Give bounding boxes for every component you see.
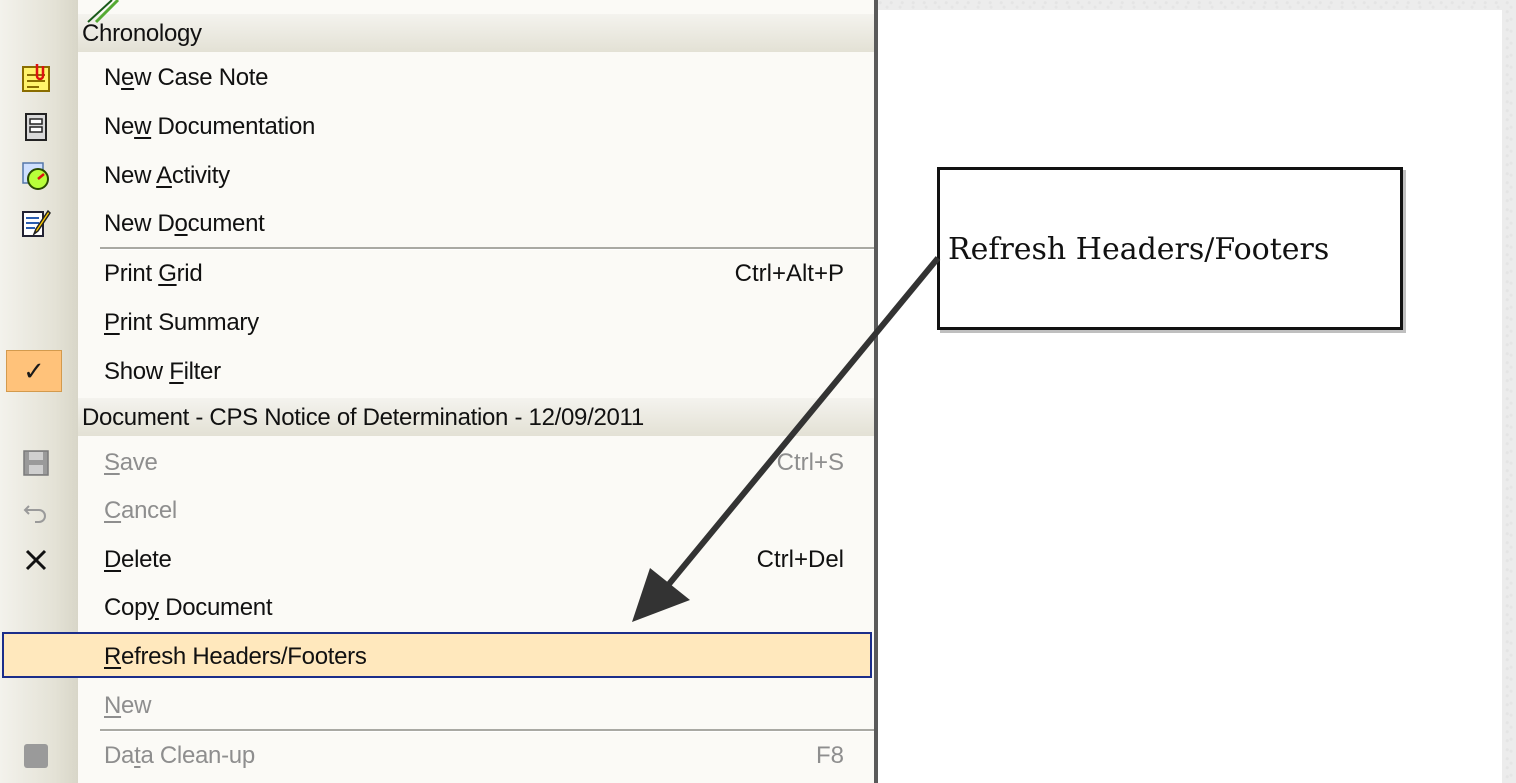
- data-cleanup-icon: [18, 739, 54, 773]
- documentation-icon: [18, 110, 54, 144]
- save-icon: [18, 446, 54, 480]
- callout-box: Refresh Headers/Footers: [937, 167, 1403, 330]
- menu-item-new-activity[interactable]: New Activity: [0, 152, 874, 200]
- menu-item-copy-document[interactable]: Copy Document: [0, 584, 874, 632]
- document-edit-icon: [18, 207, 54, 241]
- menu-item-new-documentation[interactable]: New Documentation: [0, 103, 874, 151]
- menu-item-label: Delete: [104, 546, 172, 573]
- menu-item-save[interactable]: Save Ctrl+S: [0, 439, 874, 487]
- activity-icon: [18, 159, 54, 193]
- shortcut-label: F8: [815, 742, 844, 769]
- section-label: Document - CPS Notice of Determination -…: [82, 404, 644, 431]
- menu-item-new-document[interactable]: New Document: [0, 200, 874, 248]
- callout-text: Refresh Headers/Footers: [948, 232, 1330, 267]
- context-menu: Chronology New Case Note New Documentati…: [0, 0, 878, 783]
- menu-item-print-grid[interactable]: Print Grid Ctrl+Alt+P: [0, 250, 874, 298]
- menu-item-new-case-note[interactable]: New Case Note: [0, 54, 874, 102]
- menu-item-cancel[interactable]: Cancel: [0, 487, 874, 535]
- menu-item-show-filter[interactable]: Show Filter: [0, 348, 874, 396]
- delete-icon: [18, 543, 54, 577]
- menu-item-label: New Case Note: [104, 64, 269, 91]
- shortcut-label: Ctrl+Alt+P: [734, 260, 844, 287]
- menu-item-new[interactable]: New: [0, 682, 874, 730]
- menu-item-refresh-headers-footers[interactable]: Refresh Headers/Footers: [0, 633, 874, 681]
- menu-item-label: New Activity: [104, 162, 230, 189]
- menu-item-label: New Document: [104, 210, 265, 237]
- section-header-document: Document - CPS Notice of Determination -…: [78, 398, 874, 436]
- menu-item-label: Print Grid: [104, 260, 203, 287]
- menu-separator: [100, 247, 874, 250]
- shortcut-label: Ctrl+Del: [756, 546, 844, 573]
- annotation-canvas: [878, 10, 1502, 783]
- menu-item-label: New Documentation: [104, 113, 316, 140]
- section-label: Chronology: [82, 20, 202, 47]
- section-header-chronology: Chronology: [78, 14, 874, 52]
- menu-item-label: Copy Document: [104, 594, 273, 621]
- menu-item-print-summary[interactable]: Print Summary: [0, 299, 874, 347]
- menu-item-label: Data Clean-up: [104, 742, 255, 769]
- menu-item-data-clean-up[interactable]: Data Clean-up F8: [0, 732, 874, 780]
- menu-item-delete[interactable]: Delete Ctrl+Del: [0, 536, 874, 584]
- shortcut-label: Ctrl+S: [776, 449, 844, 476]
- menu-item-label: Show Filter: [104, 358, 221, 385]
- menu-item-label: Save: [104, 449, 158, 476]
- menu-item-label: Refresh Headers/Footers: [104, 643, 367, 670]
- undo-icon: [18, 494, 54, 528]
- menu-item-label: Cancel: [104, 497, 177, 524]
- menu-separator: [100, 729, 874, 732]
- case-note-icon: [18, 61, 54, 95]
- menu-item-label: Print Summary: [104, 309, 259, 336]
- menu-item-label: New: [104, 692, 152, 719]
